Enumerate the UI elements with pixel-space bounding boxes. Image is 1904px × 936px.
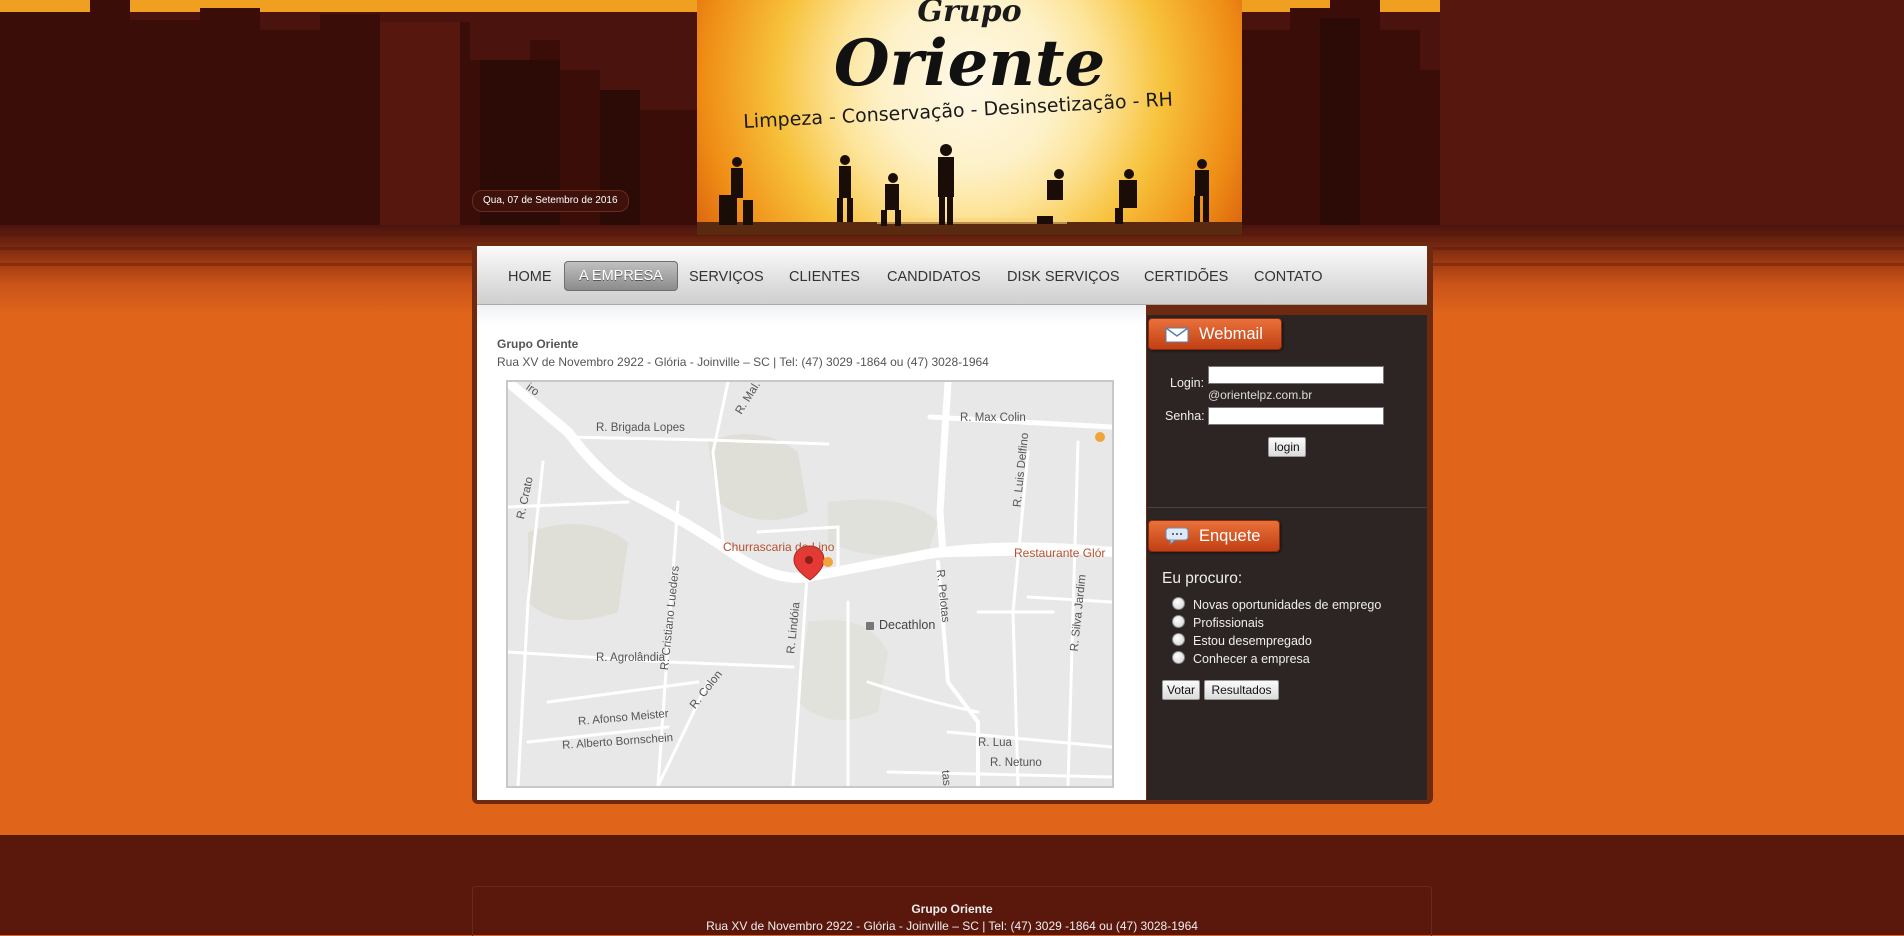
- workers-silhouette-icon: [697, 144, 1242, 235]
- map-label-decathlon: Decathlon: [879, 618, 936, 632]
- sidebar-divider: [1147, 507, 1427, 508]
- password-label: Senha:: [1165, 409, 1205, 423]
- webmail-title: Webmail: [1199, 325, 1263, 343]
- nav-contato[interactable]: CONTATO: [1250, 264, 1326, 290]
- current-date: Qua, 07 de Setembro de 2016: [472, 190, 629, 212]
- company-name: Grupo Oriente: [497, 337, 579, 351]
- login-button[interactable]: login: [1268, 437, 1306, 457]
- company-address: Rua XV de Novembro 2922 - Glória - Joinv…: [497, 355, 989, 369]
- password-input[interactable]: [1208, 407, 1384, 425]
- results-button[interactable]: Resultados: [1204, 680, 1279, 700]
- webmail-header: Webmail: [1148, 318, 1282, 350]
- hero-banner: Grupo Oriente Limpeza - Conservação - De…: [697, 0, 1242, 235]
- footer-company-name: Grupo Oriente: [911, 902, 993, 916]
- poll-radio-2[interactable]: [1172, 615, 1185, 628]
- map-label-restaurante: Restaurante Glór: [1014, 546, 1106, 560]
- poll-radio-3[interactable]: [1172, 633, 1185, 646]
- poll-option-1: Novas oportunidades de emprego: [1193, 598, 1382, 612]
- nav-home[interactable]: HOME: [504, 264, 556, 290]
- map-label-agrolandia: R. Agrolândia: [596, 652, 666, 664]
- map-label-churrascaria: Churrascaria do Lino: [723, 540, 835, 554]
- login-input[interactable]: [1208, 366, 1384, 384]
- logo-grupo: Grupo: [917, 0, 1022, 29]
- main-nav: HOME A EMPRESA SERVIÇOS CLIENTES CANDIDA…: [477, 246, 1427, 305]
- poll-title: Enquete: [1199, 527, 1261, 545]
- map-label-lua: R. Lua: [978, 737, 1012, 749]
- map-label-max-colin: R. Max Colin: [960, 412, 1026, 424]
- nav-a-empresa[interactable]: A EMPRESA: [564, 261, 678, 291]
- poll-option-2: Profissionais: [1193, 616, 1264, 630]
- nav-disk-servicos[interactable]: DISK SERVIÇOS: [1003, 264, 1124, 290]
- envelope-icon: [1165, 327, 1189, 343]
- nav-certidoes[interactable]: CERTIDÕES: [1140, 264, 1232, 290]
- map-label-tas: tas: [938, 769, 953, 787]
- location-map[interactable]: iro R. Brigada Lopes R. Mal. R. Max Coli…: [506, 380, 1114, 788]
- login-label: Login:: [1170, 376, 1205, 390]
- nav-clientes[interactable]: CLIENTES: [785, 264, 864, 290]
- poll-option-4: Conhecer a empresa: [1193, 652, 1310, 666]
- vote-button[interactable]: Votar: [1162, 680, 1200, 700]
- poll-radio-4[interactable]: [1172, 651, 1185, 664]
- poll-option-3: Estou desempregado: [1193, 634, 1312, 648]
- speech-bubble-icon: [1165, 527, 1189, 545]
- map-label-brigada: R. Brigada Lopes: [596, 422, 685, 434]
- footer-address: Rua XV de Novembro 2922 - Glória - Joinv…: [706, 919, 1198, 933]
- poll-question: Eu procuro:: [1162, 570, 1243, 587]
- poll-radio-1[interactable]: [1172, 597, 1185, 610]
- poll-header: Enquete: [1148, 520, 1280, 552]
- map-label-netuno: R. Netuno: [990, 757, 1042, 769]
- email-domain: @orientelpz.com.br: [1208, 388, 1313, 402]
- nav-servicos[interactable]: SERVIÇOS: [685, 264, 768, 290]
- nav-candidatos[interactable]: CANDIDATOS: [883, 264, 985, 290]
